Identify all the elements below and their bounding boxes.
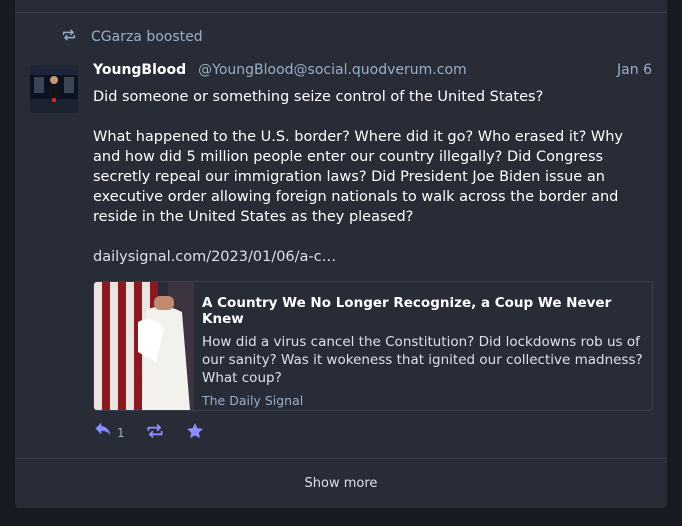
card-provider: The Daily Signal <box>202 393 304 408</box>
retweet-icon <box>145 421 165 445</box>
favourite-button[interactable] <box>185 421 205 445</box>
avatar[interactable] <box>30 65 78 113</box>
status-paragraph: Did someone or something seize control o… <box>93 89 544 105</box>
show-more-button[interactable]: Show more <box>15 459 667 508</box>
card-body: A Country We No Longer Recognize, a Coup… <box>194 282 652 410</box>
status-link[interactable]: dailysignal.com/2023/01/06/a-c… <box>93 249 336 265</box>
boost-indicator: CGarza boosted <box>61 28 203 46</box>
timeline-column: CGarza boosted YoungBlood @YoungBlood@so… <box>15 0 667 508</box>
boosted-by-text[interactable]: CGarza boosted <box>91 29 203 45</box>
boost-button[interactable] <box>145 421 165 445</box>
reply-icon <box>93 421 113 445</box>
reply-button[interactable]: 1 <box>93 421 125 445</box>
retweet-icon <box>61 27 77 47</box>
status-content: Did someone or something seize control o… <box>93 87 653 287</box>
action-bar: 1 <box>93 422 225 444</box>
status-date[interactable]: Jan 6 <box>617 62 652 78</box>
card-description: How did a virus cancel the Constitution?… <box>202 334 643 386</box>
status-header: YoungBlood @YoungBlood@social.quodverum.… <box>93 62 652 82</box>
divider <box>15 12 667 13</box>
status-paragraph: What happened to the U.S. border? Where … <box>93 129 623 225</box>
star-icon <box>185 421 205 445</box>
account-handle[interactable]: @YoungBlood@social.quodverum.com <box>198 62 467 78</box>
reply-count: 1 <box>117 426 125 440</box>
card-thumbnail <box>94 282 194 410</box>
card-title: A Country We No Longer Recognize, a Coup… <box>202 295 612 327</box>
link-preview-card[interactable]: A Country We No Longer Recognize, a Coup… <box>93 281 653 411</box>
display-name[interactable]: YoungBlood <box>93 62 186 78</box>
